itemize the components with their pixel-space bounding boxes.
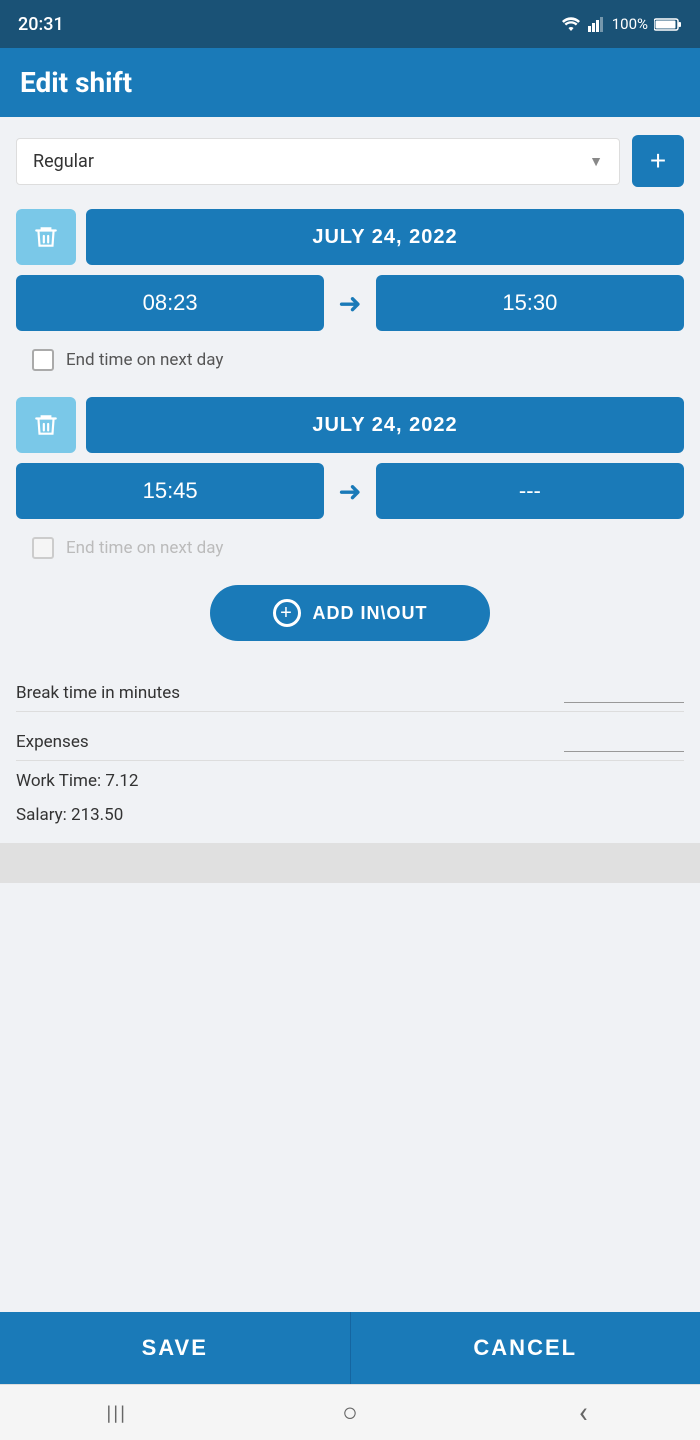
status-time: 20:31 [18,14,64,35]
cancel-button[interactable]: CANCEL [350,1312,700,1384]
add-circle-icon: + [273,599,301,627]
start-time-1-button[interactable]: 08:23 [16,275,324,331]
expenses-label: Expenses [16,732,89,752]
status-icons: 100% [560,15,682,33]
battery-text: 100% [612,15,648,33]
start-time-2-button[interactable]: 15:45 [16,463,324,519]
trash-icon [33,224,59,250]
page-title: Edit shift [20,66,132,99]
work-time-row: Work Time: 7.12 [16,761,684,795]
delete-entry-1-button[interactable] [16,209,76,265]
date-row-2: JULY 24, 2022 [16,397,684,453]
arrow-right-icon-2: ➜ [324,475,375,508]
time-row-2: 15:45 ➜ --- [16,463,684,519]
save-button[interactable]: SAVE [0,1312,350,1384]
chevron-down-icon: ▼ [589,153,603,170]
date-row-1: JULY 24, 2022 [16,209,684,265]
salary-row: Salary: 213.50 [16,795,684,829]
work-time-value: Work Time: 7.12 [16,771,138,791]
break-time-label: Break time in minutes [16,683,180,703]
trash-icon-2 [33,412,59,438]
next-day-label-1: End time on next day [66,350,223,370]
expenses-input[interactable] [564,730,684,752]
next-day-checkbox-1[interactable] [32,349,54,371]
salary-value: Salary: 213.50 [16,805,123,825]
shift-entry-1: JULY 24, 2022 08:23 ➜ 15:30 End time on … [16,209,684,377]
nav-back-icon[interactable]: ‹ [553,1393,613,1433]
arrow-right-icon: ➜ [324,287,375,320]
nav-menu-icon[interactable]: ||| [87,1393,147,1433]
nav-bar: ||| ○ ‹ [0,1384,700,1440]
add-inout-label: ADD IN\OUT [313,603,428,624]
shift-type-row: Regular ▼ + [16,135,684,187]
shift-type-dropdown[interactable]: Regular ▼ [16,138,620,185]
time-row-1: 08:23 ➜ 15:30 [16,275,684,331]
expenses-field: Expenses [16,712,684,761]
signal-icon [588,16,606,32]
next-day-row-2: End time on next day [16,529,684,565]
status-bar: 20:31 100% [0,0,700,48]
shift-type-value: Regular [33,151,94,172]
app-header: Edit shift [0,48,700,117]
end-time-1-button[interactable]: 15:30 [376,275,684,331]
shift-entry-2: JULY 24, 2022 15:45 ➜ --- End time on ne… [16,397,684,565]
main-content: Regular ▼ + JULY 24, 2022 08:23 ➜ 15:30 … [0,117,700,1312]
next-day-label-2: End time on next day [66,538,223,558]
next-day-row-1: End time on next day [16,341,684,377]
nav-home-icon[interactable]: ○ [320,1393,380,1433]
add-shift-button[interactable]: + [632,135,684,187]
next-day-checkbox-2[interactable] [32,537,54,559]
wifi-icon [560,16,582,32]
delete-entry-2-button[interactable] [16,397,76,453]
date-picker-2-button[interactable]: JULY 24, 2022 [86,397,684,453]
gray-strip [0,843,700,883]
end-time-2-button[interactable]: --- [376,463,684,519]
date-picker-1-button[interactable]: JULY 24, 2022 [86,209,684,265]
action-buttons: SAVE CANCEL [0,1312,700,1384]
battery-icon [654,17,682,32]
add-inout-button[interactable]: + ADD IN\OUT [210,585,490,641]
break-time-field: Break time in minutes [16,663,684,712]
break-time-input[interactable] [564,681,684,703]
